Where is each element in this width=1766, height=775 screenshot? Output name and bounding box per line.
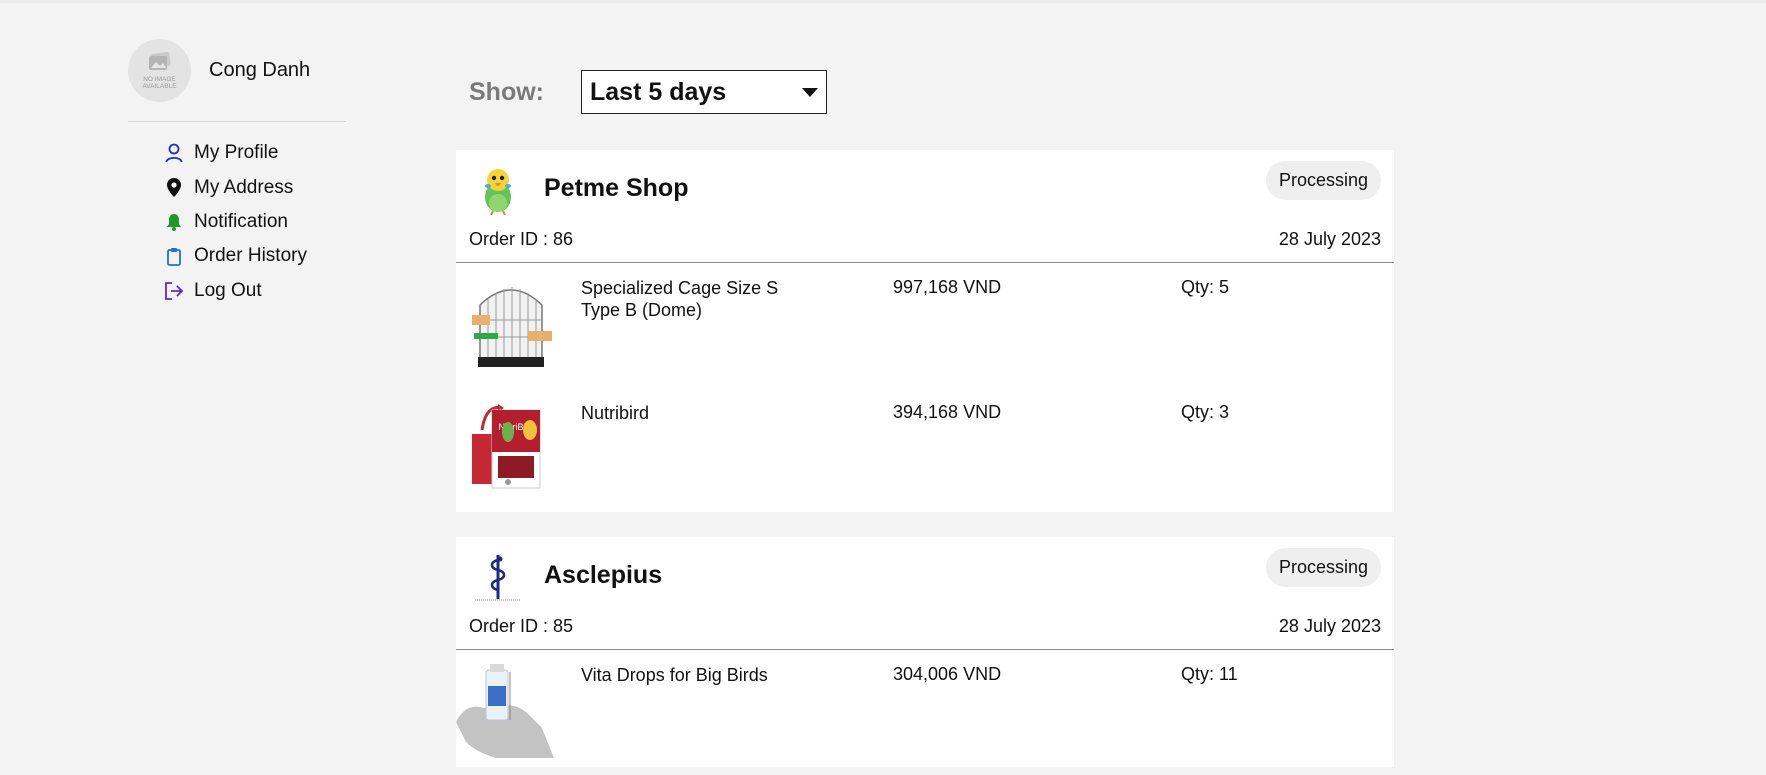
user-icon: [164, 142, 184, 164]
user-name: Cong Danh: [209, 58, 311, 81]
filter-label: Show:: [469, 77, 544, 106]
item-quantity: Qty: 11: [1181, 664, 1238, 684]
top-border: [0, 0, 1766, 3]
sidebar-item-label: Order History: [194, 245, 307, 267]
item-name[interactable]: Specialized Cage Size S Type B (Dome): [581, 277, 781, 321]
rod-of-asclepius-logo: [475, 555, 521, 601]
sidebar-item-label: Notification: [194, 210, 288, 232]
sidebar-item-label: My Profile: [194, 142, 279, 164]
status-badge: Processing: [1265, 161, 1381, 200]
sidebar-divider: [128, 121, 346, 122]
date-range-select[interactable]: Last 5 days: [581, 70, 827, 114]
date-filter: Show: Last 5 days: [469, 70, 827, 114]
sidebar-item-my-address[interactable]: My Address: [164, 170, 348, 204]
logout-icon: [164, 280, 184, 302]
item-name[interactable]: Nutribird: [581, 402, 781, 424]
location-pin-icon: [164, 177, 184, 199]
order-item[interactable]: NutriBird Nutribird 394,168 VND Qty: 3: [456, 388, 1394, 513]
vita-drops-bottle-image: [456, 664, 554, 758]
sidebar: NO IMAGE AVAILABLE Cong Danh My Profile …: [128, 38, 348, 308]
parrot-logo: [485, 169, 511, 215]
image-placeholder-icon: [148, 51, 171, 70]
item-price: 304,006 VND: [893, 664, 1002, 684]
order-id: Order ID : 85: [469, 616, 574, 636]
date-range-value: Last 5 days: [590, 77, 727, 106]
sidebar-item-label: Log Out: [194, 279, 262, 301]
sidebar-item-log-out[interactable]: Log Out: [164, 274, 348, 308]
sidebar-item-my-profile[interactable]: My Profile: [164, 136, 348, 170]
item-name[interactable]: Vita Drops for Big Birds: [581, 664, 781, 686]
order-header: Asclepius Processing Order ID : 85 28 Ju…: [456, 537, 1394, 650]
order-item[interactable]: Specialized Cage Size S Type B (Dome) 99…: [456, 263, 1394, 388]
bird-cage-image: [472, 287, 552, 367]
item-price: 394,168 VND: [893, 402, 1002, 422]
status-badge: Processing: [1265, 548, 1381, 587]
item-price: 997,168 VND: [893, 277, 1002, 297]
order-item[interactable]: Vita Drops for Big Birds 304,006 VND Qty…: [456, 650, 1394, 775]
avatar: NO IMAGE AVAILABLE: [128, 38, 191, 102]
item-quantity: Qty: 3: [1181, 402, 1230, 422]
caret-down-icon: [802, 88, 818, 97]
order-date: 28 July 2023: [1278, 229, 1381, 249]
order-id: Order ID : 86: [469, 229, 574, 249]
order-date: 28 July 2023: [1278, 616, 1381, 636]
order-card: Asclepius Processing Order ID : 85 28 Ju…: [456, 537, 1394, 767]
shop-name[interactable]: Asclepius: [544, 561, 662, 590]
item-quantity: Qty: 5: [1181, 277, 1230, 297]
order-card: Petme Shop Processing Order ID : 86 28 J…: [456, 150, 1394, 512]
user-summary: NO IMAGE AVAILABLE Cong Danh: [128, 38, 348, 102]
sidebar-menu: My Profile My Address Notification Order…: [164, 136, 348, 308]
order-header: Petme Shop Processing Order ID : 86 28 J…: [456, 150, 1394, 263]
nutribird-package-image: NutriBird: [472, 404, 541, 489]
sidebar-item-label: My Address: [194, 176, 294, 198]
avatar-placeholder-text: NO IMAGE AVAILABLE: [142, 75, 177, 90]
clipboard-icon: [164, 245, 184, 267]
sidebar-item-order-history[interactable]: Order History: [164, 239, 348, 273]
shop-name[interactable]: Petme Shop: [544, 174, 688, 203]
bell-icon: [164, 211, 184, 233]
sidebar-item-notification[interactable]: Notification: [164, 205, 348, 239]
